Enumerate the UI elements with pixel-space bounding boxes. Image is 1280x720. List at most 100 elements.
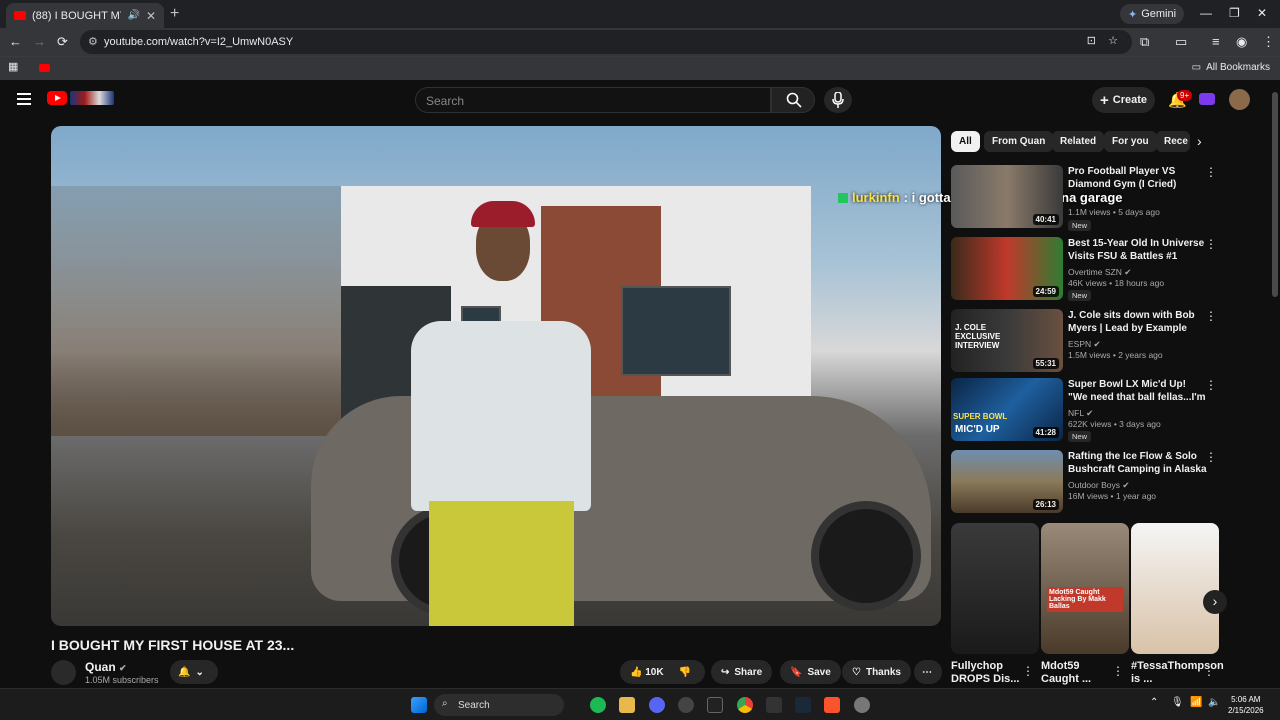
more-options-icon[interactable]: ⋮ (1205, 237, 1217, 251)
bookmark-star-icon[interactable]: ☆ (1108, 34, 1118, 47)
thumbnail[interactable]: 40:41 (951, 165, 1063, 228)
browser-tab[interactable]: (88) I BOUGHT MY FIRST H 🔊 ✕ (6, 3, 164, 28)
rec-meta: 16M views • 1 year ago (1068, 491, 1157, 501)
gemini-button[interactable]: ✦ Gemini (1120, 4, 1185, 24)
short-thumbnail[interactable]: Mdot59 Caught Lacking By Makk Ballas (1041, 523, 1129, 654)
more-options-icon[interactable]: ⋮ (1112, 664, 1124, 678)
close-window-button[interactable]: ✕ (1257, 6, 1267, 20)
spotify-icon[interactable] (590, 697, 606, 713)
more-options-icon[interactable]: ⋮ (1203, 664, 1215, 678)
dislike-button[interactable]: 👎 (679, 667, 691, 678)
media-controls-icon[interactable]: ≡ (1212, 34, 1220, 49)
site-info-icon[interactable]: ⚙ (88, 35, 98, 48)
steam-icon[interactable] (795, 697, 811, 713)
speaker-icon[interactable]: 🔊 (127, 10, 139, 21)
youtube-logo-icon[interactable] (47, 91, 67, 105)
thumbnail[interactable]: 24:59 (951, 237, 1063, 300)
maximize-button[interactable]: ❐ (1229, 6, 1240, 20)
app-icon[interactable] (678, 697, 694, 713)
youtube-doodle[interactable] (70, 91, 114, 105)
youtube-tv-icon[interactable] (1199, 93, 1215, 105)
rec-channel[interactable]: ESPN ✔ (1068, 339, 1101, 350)
thumbnail[interactable]: 26:13 (951, 450, 1063, 513)
microphone-icon[interactable]: 🎙 (1171, 697, 1184, 708)
search-button[interactable] (771, 87, 815, 113)
system-clock[interactable]: 5:06 AM 2/15/2026 (1228, 694, 1264, 716)
apps-grid-icon[interactable]: ▦ (8, 60, 18, 73)
chip-related[interactable]: Related (1052, 131, 1105, 152)
subscribe-bell-button[interactable]: 🔔 ⌄ (170, 660, 218, 684)
install-icon[interactable]: ⊡ (1087, 34, 1096, 47)
thumbnail[interactable]: SUPER BOWL MIC'D UP 41:28 (951, 378, 1063, 441)
thumbnail[interactable]: J. COLE EXCLUSIVE INTERVIEW 55:31 (951, 309, 1063, 372)
sidebar-icon[interactable]: ▭ (1175, 34, 1187, 50)
rec-channel[interactable]: NFL ✔ (1068, 408, 1093, 419)
voice-search-button[interactable] (824, 87, 852, 113)
more-actions-button[interactable]: ⋯ (914, 660, 942, 684)
create-button[interactable]: + Create (1092, 87, 1155, 113)
logitech-icon[interactable] (766, 697, 782, 713)
epic-games-icon[interactable] (707, 697, 723, 713)
all-bookmarks-button[interactable]: ▭ All Bookmarks (1192, 62, 1270, 73)
more-options-icon[interactable]: ⋮ (1205, 378, 1217, 392)
profile-icon[interactable]: ◉ (1236, 34, 1247, 50)
save-button[interactable]: 🔖 Save (780, 660, 841, 684)
chevron-right-icon[interactable]: › (1197, 133, 1202, 149)
channel-name[interactable]: Quan ✔ (85, 660, 127, 674)
file-explorer-icon[interactable] (619, 697, 635, 713)
taskbar-search[interactable]: ⌕ Search (434, 694, 564, 716)
brave-icon[interactable] (824, 697, 840, 713)
youtube-header: Search + Create 🔔 (0, 80, 1280, 120)
address-bar[interactable]: ⚙ youtube.com/watch?v=I2_UmwN0ASY ⊡ ☆ (80, 30, 1132, 54)
chevron-up-icon[interactable]: ⌃ (1150, 697, 1158, 708)
recommendation-item[interactable]: 40:41 Pro Football Player VS Diamond Gym… (951, 165, 1221, 231)
share-button[interactable]: ↪ Share (711, 660, 773, 684)
more-options-icon[interactable]: ⋮ (1205, 309, 1217, 323)
youtube-bookmark-icon[interactable] (39, 64, 50, 72)
duration: 24:59 (1032, 286, 1059, 297)
recommendation-item[interactable]: SUPER BOWL MIC'D UP 41:28 Super Bowl LX … (951, 378, 1221, 442)
like-button[interactable]: 👍 10K (630, 667, 664, 678)
discord-icon[interactable] (649, 697, 665, 713)
menu-icon[interactable] (17, 93, 31, 105)
forward-arrow-icon[interactable]: → (33, 34, 46, 49)
reload-icon[interactable]: ⟳ (57, 34, 68, 50)
settings-gear-icon[interactable] (854, 697, 870, 713)
short-thumbnail[interactable] (1131, 523, 1219, 654)
thumb-text: SUPER BOWL (953, 412, 1008, 421)
new-badge: New (1068, 290, 1092, 301)
thanks-button[interactable]: ♡ Thanks (842, 660, 911, 684)
wifi-icon[interactable]: 📶 (1190, 697, 1202, 708)
minimize-button[interactable]: — (1200, 6, 1212, 20)
short-thumbnail[interactable] (951, 523, 1039, 654)
channel-avatar[interactable] (51, 660, 76, 685)
recommendation-item[interactable]: 24:59 Best 15-Year Old In Universe Visit… (951, 237, 1221, 301)
gemini-label: Gemini (1141, 8, 1177, 20)
new-tab-button[interactable]: + (170, 5, 179, 23)
page-scrollbar[interactable] (1272, 92, 1278, 297)
back-arrow-icon[interactable]: ← (9, 34, 22, 49)
chip-for-you[interactable]: For you (1104, 131, 1157, 152)
rec-channel[interactable]: Outdoor Boys ✔ (1068, 480, 1129, 491)
browser-menu-icon[interactable]: ⋮ (1262, 34, 1275, 50)
chip-all[interactable]: All (951, 131, 980, 152)
close-tab-icon[interactable]: ✕ (146, 9, 156, 23)
shorts-next-button[interactable]: › (1203, 590, 1227, 614)
chip-recent[interactable]: Rece (1156, 131, 1190, 152)
volume-icon[interactable]: 🔈 (1208, 697, 1220, 708)
windows-start-icon[interactable] (411, 697, 427, 713)
recommendation-item[interactable]: J. COLE EXCLUSIVE INTERVIEW 55:31 J. Col… (951, 309, 1221, 373)
save-icon: 🔖 (790, 666, 803, 678)
video-player[interactable] (51, 126, 941, 626)
recommendation-item[interactable]: 26:13 Rafting the Ice Flow & Solo Bushcr… (951, 450, 1221, 514)
chrome-icon[interactable] (737, 697, 753, 713)
chip-from-quan[interactable]: From Quan (984, 131, 1054, 152)
account-avatar[interactable] (1229, 89, 1250, 110)
search-input[interactable]: Search (415, 87, 771, 113)
more-options-icon[interactable]: ⋮ (1205, 450, 1217, 464)
more-options-icon[interactable]: ⋮ (1022, 664, 1034, 678)
plus-icon: + (1099, 91, 1109, 109)
rec-channel[interactable]: Overtime SZN ✔ (1068, 267, 1131, 278)
more-options-icon[interactable]: ⋮ (1205, 165, 1217, 179)
extensions-icon[interactable]: ⧉ (1140, 34, 1149, 50)
